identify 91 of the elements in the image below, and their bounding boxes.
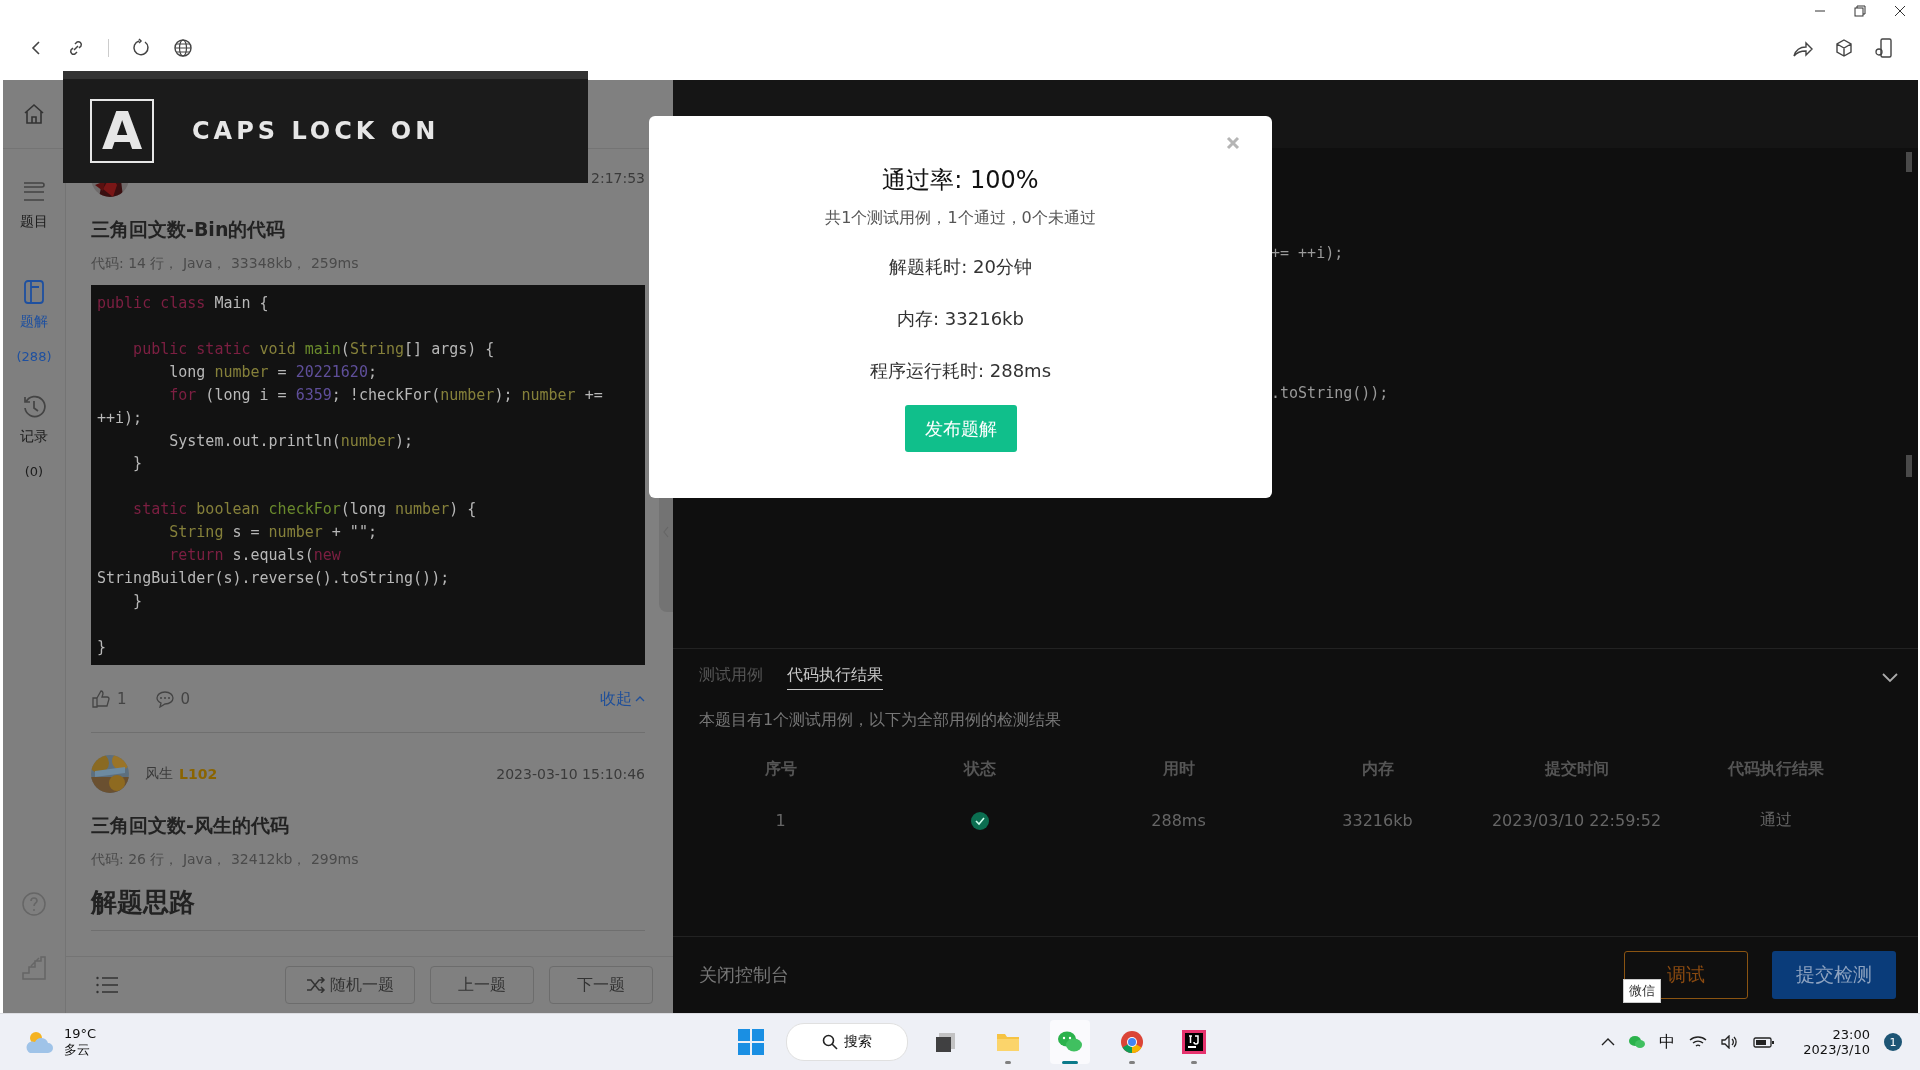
browser-icon[interactable] <box>1120 1030 1144 1054</box>
weather-condition: 多云 <box>64 1040 91 1059</box>
column-header: 内存 <box>1361 759 1394 780</box>
result-line: 解题耗时: 20分钟 <box>889 255 1032 279</box>
chat-app-icon[interactable] <box>1057 1030 1083 1054</box>
close-icon[interactable] <box>1894 5 1906 17</box>
publish-button[interactable]: 发布题解 <box>904 405 1017 452</box>
chevron-down-icon[interactable] <box>1882 672 1898 683</box>
post-title[interactable]: 三角回文数-风生的代码 <box>91 812 645 839</box>
comment-button[interactable]: 0 <box>154 689 191 710</box>
scrollbar-marker <box>1906 455 1912 477</box>
thumbs-up-icon <box>91 689 111 710</box>
volume-icon[interactable] <box>1721 1035 1740 1049</box>
temperature: 19°C <box>64 1025 97 1041</box>
post-title[interactable]: 三角回文数-Bin的代码 <box>91 217 645 243</box>
caps-lock-text: CAPS LOCK ON <box>192 117 440 145</box>
column-header: 状态 <box>963 759 996 780</box>
user-level: L102 <box>179 765 218 782</box>
code-line: } <box>132 590 143 612</box>
code-line: long number = 20221620; <box>168 361 377 383</box>
task-view-icon[interactable] <box>934 1030 958 1054</box>
result-line: 内存: 33216kb <box>897 307 1024 331</box>
sidebar-count: (0) <box>24 464 44 479</box>
code-line: public class Main { <box>97 293 269 314</box>
post-date: 2:17:53 <box>591 170 645 186</box>
search-icon <box>822 1034 838 1050</box>
reload-icon[interactable] <box>131 38 151 58</box>
console-tab[interactable]: 代码执行结果 <box>787 665 883 690</box>
home-icon[interactable] <box>22 102 46 126</box>
pass-rate: 通过率: 100% <box>882 165 1039 196</box>
table-cell: 288ms <box>1151 810 1206 831</box>
code-line: String s = number + ""; <box>168 522 377 544</box>
tooltip: 微信 <box>1623 979 1661 1003</box>
caret-up-icon <box>635 695 645 704</box>
cube-icon[interactable] <box>1834 38 1854 58</box>
code-line: += ++i); <box>1271 244 1344 262</box>
code-line: return s.equals(new <box>168 545 341 567</box>
code-line: System.out.println(number); <box>168 430 414 452</box>
code-line: .toString()); <box>1271 384 1389 402</box>
wifi-icon[interactable] <box>1689 1035 1708 1049</box>
battery-icon[interactable] <box>1753 1035 1776 1049</box>
code-line: static boolean checkFor(long number) { <box>132 499 477 521</box>
code-line: } <box>132 453 143 475</box>
notification-badge[interactable]: 1 <box>1884 1033 1902 1051</box>
taskbar-search[interactable]: 搜索 <box>786 1023 908 1061</box>
restore-icon[interactable] <box>1854 5 1866 17</box>
column-header: 用时 <box>1162 759 1195 780</box>
ide-app-icon[interactable] <box>1182 1030 1206 1054</box>
clock-time[interactable]: 23:00 <box>1832 1027 1870 1042</box>
phone-icon[interactable] <box>1874 37 1894 59</box>
author-name[interactable]: 风生 <box>145 764 173 783</box>
post-date: 2023-03-10 15:10:46 <box>496 765 645 782</box>
sidebar-label[interactable]: 记录 <box>20 428 48 446</box>
collapse-link[interactable]: 收起 <box>600 688 645 710</box>
submit-button[interactable]: 提交检测 <box>1772 951 1896 999</box>
code-line: StringBuilder(s).reverse().toString()); <box>97 568 450 590</box>
table-cell: 1 <box>775 810 786 831</box>
menu-icon[interactable] <box>96 976 118 994</box>
result-info: 本题目有1个测试用例，以下为全部用例的检测结果 <box>699 710 1063 731</box>
sidebar-count: (288) <box>16 349 52 364</box>
table-cell: 2023/03/10 22:59:52 <box>1491 810 1662 831</box>
windows-start-icon[interactable] <box>738 1029 764 1055</box>
comment-icon <box>154 690 175 709</box>
nav-button[interactable]: 上一题 <box>430 966 534 1004</box>
nav-button[interactable]: 随机一题 <box>285 966 415 1004</box>
close-console-link[interactable]: 关闭控制台 <box>699 963 789 987</box>
column-header: 序号 <box>764 759 797 780</box>
table-cell: 通过 <box>1759 810 1792 831</box>
scrollbar-thumb[interactable] <box>1906 152 1912 172</box>
history-icon[interactable] <box>21 394 47 420</box>
key-symbol: A <box>90 99 154 163</box>
table-cell: 33216kb <box>1342 810 1413 831</box>
code-line: for (long i = 6359; !checkFor(number); number += <box>168 384 603 406</box>
clock-date[interactable]: 2023/3/10 <box>1803 1042 1870 1057</box>
column-header: 代码执行结果 <box>1727 759 1824 780</box>
code-line: ++i); <box>97 407 143 429</box>
like-button[interactable]: 1 <box>91 689 127 710</box>
column-header: 提交时间 <box>1544 759 1609 780</box>
console-tab[interactable]: 测试用例 <box>699 665 763 690</box>
section-heading: 解题思路 <box>91 885 196 919</box>
test-summary: 共1个测试用例，1个通过，0个未通过 <box>825 208 1096 229</box>
code-line: } <box>97 636 107 658</box>
shuffle-icon <box>306 977 326 993</box>
globe-icon[interactable] <box>173 38 193 58</box>
chat-tray-icon[interactable] <box>1629 1035 1646 1049</box>
code-line: public static void main(String[] args) { <box>132 338 495 360</box>
chevron-up-icon[interactable] <box>1601 1037 1616 1047</box>
sidebar-label[interactable]: 题目 <box>20 213 48 231</box>
nav-button[interactable]: 下一题 <box>549 966 653 1004</box>
input-method[interactable]: 中 <box>1659 1031 1676 1053</box>
result-line: 程序运行耗时: 288ms <box>869 359 1052 383</box>
